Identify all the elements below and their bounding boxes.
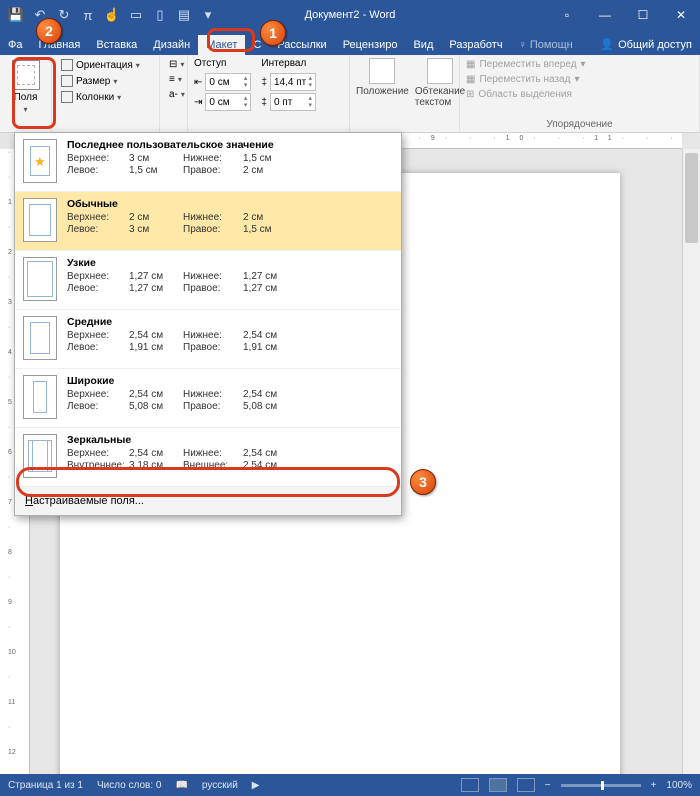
indent-right-input[interactable]: 0 см▴▾: [205, 93, 251, 111]
custom-margins-button[interactable]: Настраиваемые поля...: [15, 487, 401, 515]
tab-view[interactable]: Вид: [405, 35, 441, 55]
share-button[interactable]: 👤 Общий доступ: [592, 34, 700, 55]
margins-preset-item[interactable]: Узкие Верхнее:1,27 см Нижнее:1,27 см Лев…: [15, 251, 401, 310]
tab-developer[interactable]: Разработч: [441, 35, 510, 55]
indent-label: Отступ: [194, 58, 251, 69]
title-bar: 💾 ↶ ↻ π ☝ ▭ ▯ ▤ ▾ Документ2 - Word ▫ — ☐…: [0, 0, 700, 30]
ribbon-options-icon[interactable]: ▫: [548, 0, 586, 30]
callout-number-1: 1: [260, 20, 286, 46]
window-title: Документ2 - Word: [305, 9, 396, 21]
indent-left-input[interactable]: 0 см▴▾: [205, 73, 251, 91]
send-backward-button[interactable]: ▦ Переместить назад ▾: [466, 73, 693, 86]
ribbon: Поля ▾ Ориентация ▾ Размер ▾ Колонки ▾ ⊟…: [0, 55, 700, 133]
spacing-after-icon: ‡: [261, 97, 267, 108]
callout-number-3: 3: [410, 469, 436, 495]
bring-forward-button[interactable]: ▦ Переместить вперед ▾: [466, 58, 693, 71]
status-words[interactable]: Число слов: 0: [97, 780, 161, 791]
margins-preset-item[interactable]: Зеркальные Верхнее:2,54 см Нижнее:2,54 с…: [15, 428, 401, 487]
qa-icon[interactable]: ▯: [150, 5, 170, 25]
vertical-scrollbar[interactable]: [682, 149, 700, 774]
selection-pane-button[interactable]: ⊞ Область выделения: [466, 88, 693, 101]
position-button[interactable]: Положение: [356, 58, 409, 97]
wrap-icon: [427, 58, 453, 84]
status-language[interactable]: русский: [202, 780, 238, 791]
tab-file[interactable]: Фа: [0, 35, 30, 55]
status-proofing-icon[interactable]: 📖: [175, 780, 187, 791]
margins-preset-title: Средние: [67, 316, 393, 328]
maximize-button[interactable]: ☐: [624, 0, 662, 30]
view-print-button[interactable]: [489, 778, 507, 792]
columns-button[interactable]: Колонки ▾: [58, 90, 153, 104]
status-macro-icon[interactable]: ▶: [252, 780, 260, 791]
qa-icon[interactable]: ▤: [174, 5, 194, 25]
margins-preset-icon: [23, 198, 57, 242]
tab-layout[interactable]: Макет: [198, 35, 245, 55]
orientation-icon: [61, 59, 73, 71]
margins-button[interactable]: Поля ▾: [6, 58, 45, 116]
ribbon-tabs: Фа Главная Вставка Дизайн Макет С Рассыл…: [0, 30, 700, 55]
margins-preset-title: Последнее пользовательское значение: [67, 139, 393, 151]
margins-preset-title: Узкие: [67, 257, 393, 269]
spacing-after-input[interactable]: 0 пт▴▾: [270, 93, 316, 111]
position-icon: [369, 58, 395, 84]
wrap-text-button[interactable]: Обтекание текстом: [415, 58, 465, 108]
margins-preset-item[interactable]: Последнее пользовательское значение Верх…: [15, 133, 401, 192]
qa-icon[interactable]: π: [78, 5, 98, 25]
margins-preset-title: Зеркальные: [67, 434, 393, 446]
tab-review[interactable]: Рецензиро: [335, 35, 406, 55]
margins-preset-icon: [23, 139, 57, 183]
hyphenation-button[interactable]: a-▾: [166, 88, 181, 101]
indent-right-icon: ⇥: [194, 97, 202, 108]
tab-design[interactable]: Дизайн: [145, 35, 198, 55]
margins-icon: [12, 60, 40, 90]
margins-preset-icon: [23, 375, 57, 419]
margins-preset-icon: [23, 257, 57, 301]
close-button[interactable]: ✕: [662, 0, 700, 30]
spacing-label: Интервал: [261, 58, 316, 69]
status-page[interactable]: Страница 1 из 1: [8, 780, 83, 791]
orientation-button[interactable]: Ориентация ▾: [58, 58, 153, 72]
qa-more-icon[interactable]: ▾: [198, 5, 218, 25]
spacing-before-icon: ‡: [261, 77, 267, 88]
margins-preset-item[interactable]: Обычные Верхнее:2 см Нижнее:2 см Левое:3…: [15, 192, 401, 251]
margins-preset-item[interactable]: Широкие Верхнее:2,54 см Нижнее:2,54 см Л…: [15, 369, 401, 428]
margins-preset-title: Обычные: [67, 198, 393, 210]
tab-insert[interactable]: Вставка: [88, 35, 145, 55]
spacing-before-input[interactable]: 14,4 пт▴▾: [270, 73, 316, 91]
zoom-slider[interactable]: [561, 784, 641, 787]
margins-preset-item[interactable]: Средние Верхнее:2,54 см Нижнее:2,54 см Л…: [15, 310, 401, 369]
zoom-level[interactable]: 100%: [666, 780, 692, 791]
tab-tell-me[interactable]: ♀ Помощн: [511, 35, 581, 55]
margins-preset-icon: [23, 316, 57, 360]
callout-number-2: 2: [36, 18, 62, 44]
chevron-down-icon: ▾: [23, 105, 27, 114]
margins-label: Поля: [14, 92, 38, 103]
margins-preset-title: Широкие: [67, 375, 393, 387]
touch-icon[interactable]: ☝: [102, 5, 122, 25]
line-numbers-button[interactable]: ≡▾: [166, 73, 181, 86]
zoom-in-button[interactable]: +: [651, 780, 657, 791]
margins-dropdown: Последнее пользовательское значение Верх…: [14, 132, 402, 516]
size-button[interactable]: Размер ▾: [58, 74, 153, 88]
status-bar: Страница 1 из 1 Число слов: 0 📖 русский …: [0, 774, 700, 796]
arrange-group-label: Упорядочение: [466, 119, 693, 130]
size-icon: [61, 75, 73, 87]
breaks-button[interactable]: ⊟▾: [166, 58, 181, 71]
indent-left-icon: ⇤: [194, 77, 202, 88]
columns-icon: [61, 91, 73, 103]
qa-icon[interactable]: ▭: [126, 5, 146, 25]
minimize-button[interactable]: —: [586, 0, 624, 30]
save-icon[interactable]: 💾: [6, 5, 26, 25]
scrollbar-thumb[interactable]: [685, 153, 698, 243]
margins-preset-icon: [23, 434, 57, 478]
zoom-out-button[interactable]: −: [545, 780, 551, 791]
quick-access-toolbar: 💾 ↶ ↻ π ☝ ▭ ▯ ▤ ▾: [0, 0, 224, 30]
view-web-button[interactable]: [517, 778, 535, 792]
view-read-button[interactable]: [461, 778, 479, 792]
